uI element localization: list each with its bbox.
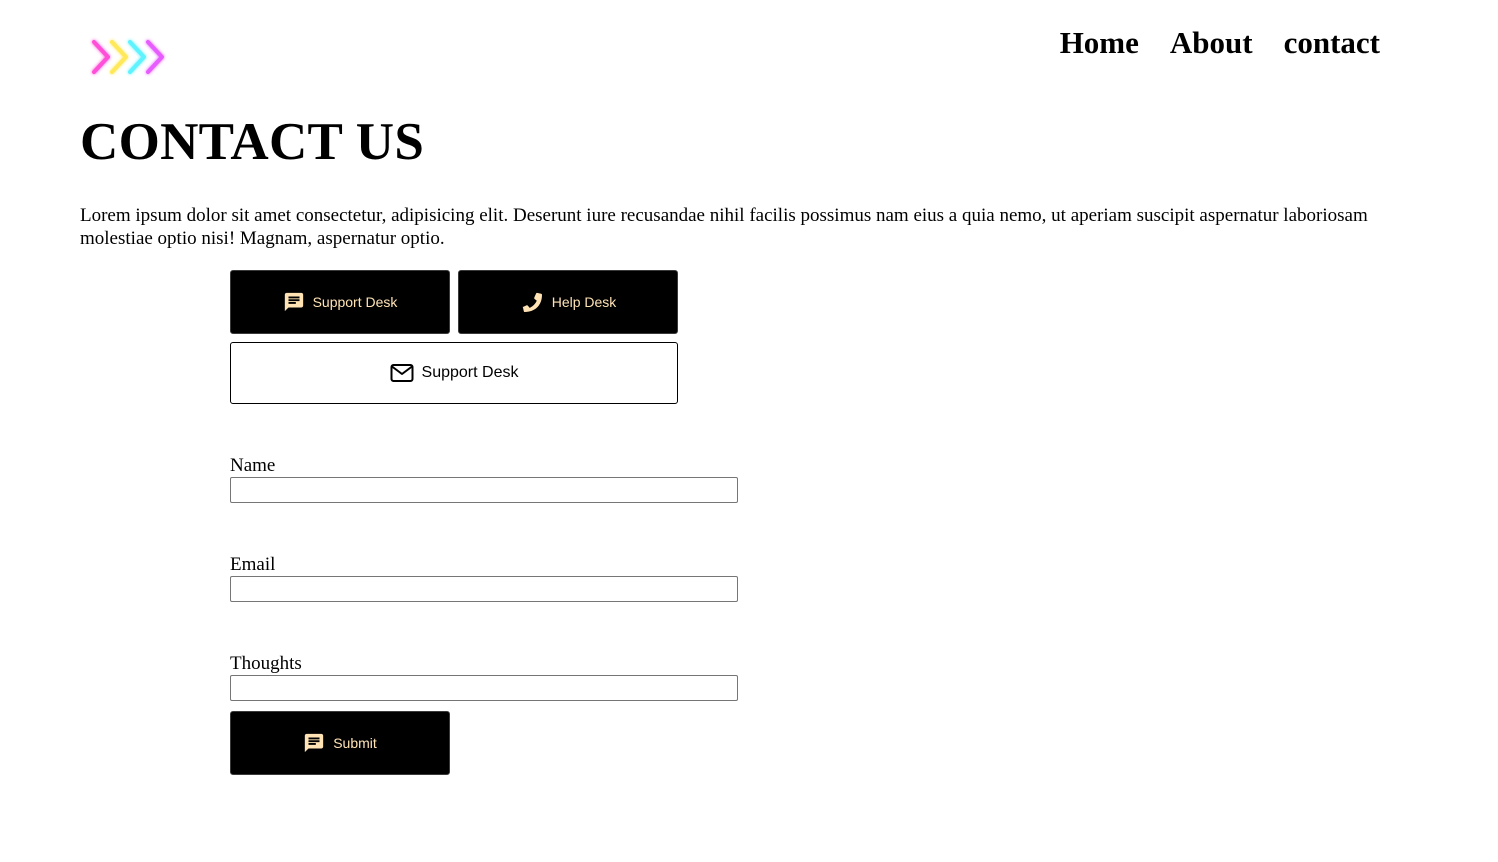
name-field[interactable] xyxy=(230,477,738,503)
submit-button[interactable]: Submit xyxy=(230,711,450,775)
page-title: CONTACT US xyxy=(80,113,425,171)
chat-icon xyxy=(284,292,303,312)
main-nav: Home About contact xyxy=(1060,24,1380,62)
phone-icon xyxy=(522,292,542,313)
email-field[interactable] xyxy=(230,576,738,602)
mail-icon xyxy=(390,364,414,382)
chat-icon xyxy=(305,733,324,753)
support-desk-label: Support Desk xyxy=(312,294,398,310)
intro-paragraph: Lorem ipsum dolor sit amet consectetur, … xyxy=(80,205,1368,249)
nav-about-link[interactable]: About xyxy=(1170,24,1253,62)
email-support-label: Support Desk xyxy=(421,364,519,381)
neon-chevrons-logo-icon[interactable] xyxy=(86,36,174,78)
email-label: Email xyxy=(230,554,276,575)
nav-contact-link[interactable]: contact xyxy=(1284,24,1380,62)
thoughts-label: Thoughts xyxy=(230,653,302,674)
contact-page: Home About contact CONTACT US Lorem ipsu… xyxy=(0,0,1498,862)
nav-home-link[interactable]: Home xyxy=(1060,24,1139,62)
thoughts-field[interactable] xyxy=(230,675,738,701)
help-desk-label: Help Desk xyxy=(551,294,617,310)
submit-label: Submit xyxy=(333,735,377,751)
email-support-button[interactable]: Support Desk xyxy=(230,342,678,404)
name-label: Name xyxy=(230,455,276,476)
support-desk-button[interactable]: Support Desk xyxy=(230,270,450,334)
help-desk-button[interactable]: Help Desk xyxy=(458,270,678,334)
